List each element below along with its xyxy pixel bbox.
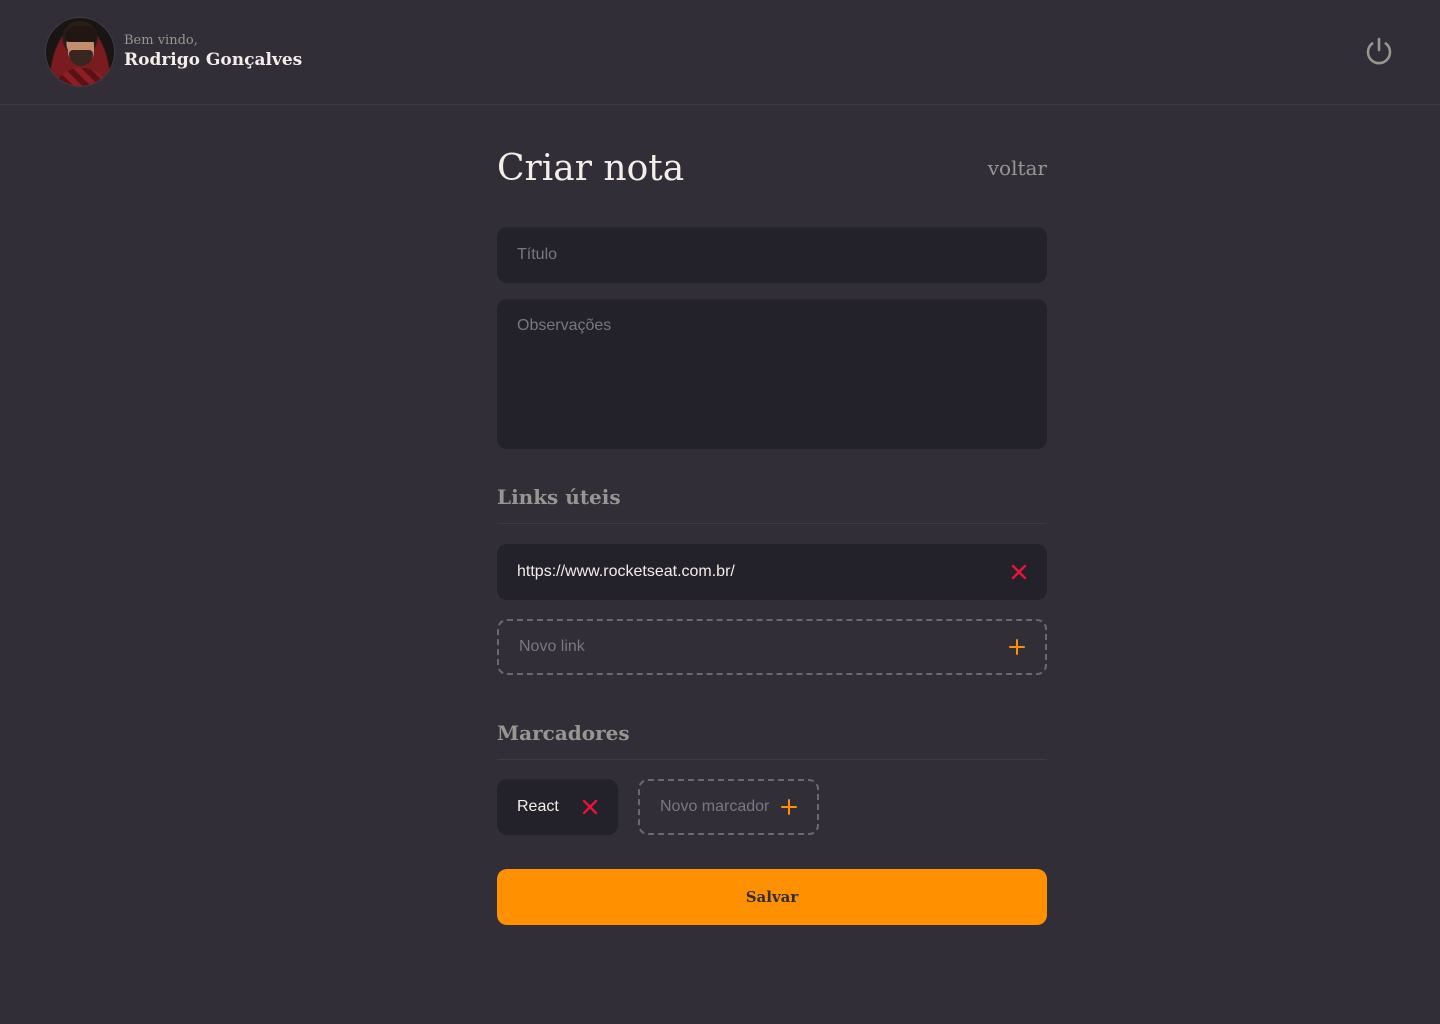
notes-textarea[interactable] <box>497 299 1047 449</box>
add-link-button[interactable] <box>1005 635 1029 659</box>
tags-row <box>497 779 1047 835</box>
link-item <box>497 544 1047 600</box>
avatar[interactable] <box>45 17 115 87</box>
app-header: Bem vindo, Rodrigo Gonçalves <box>0 0 1440 105</box>
avatar-hair <box>65 26 97 42</box>
plus-icon[interactable] <box>1008 638 1026 656</box>
logout-button[interactable] <box>1363 36 1395 68</box>
welcome-block: Bem vindo, Rodrigo Gonçalves <box>124 33 302 71</box>
links-section-title: Links úteis <box>497 485 1047 524</box>
avatar-shirt <box>52 68 110 86</box>
greeting-text: Bem vindo, <box>124 33 198 48</box>
plus-icon[interactable] <box>780 798 798 816</box>
new-link-input[interactable] <box>519 638 1005 656</box>
user-profile[interactable]: Bem vindo, Rodrigo Gonçalves <box>45 17 302 87</box>
new-tag-input[interactable] <box>660 798 777 816</box>
add-tag-button[interactable] <box>777 795 801 819</box>
avatar-beard <box>69 50 93 66</box>
remove-link-button[interactable] <box>1007 560 1031 584</box>
close-icon[interactable] <box>581 798 599 816</box>
page-title: Criar nota <box>497 147 685 189</box>
tags-section-title: Marcadores <box>497 721 1047 760</box>
tag-value[interactable] <box>517 798 578 816</box>
create-note-form: Criar nota voltar Links úteis Marcadores <box>497 106 1047 925</box>
close-icon[interactable] <box>1010 563 1028 581</box>
back-link[interactable]: voltar <box>988 156 1047 180</box>
new-link-item <box>497 619 1047 675</box>
remove-tag-button[interactable] <box>578 795 602 819</box>
tags-section: Marcadores <box>497 721 1047 835</box>
power-icon[interactable] <box>1363 36 1395 68</box>
tag-item <box>497 779 618 835</box>
links-section: Links úteis <box>497 485 1047 675</box>
new-tag-item <box>638 779 819 835</box>
user-name[interactable]: Rodrigo Gonçalves <box>124 49 302 71</box>
title-input[interactable] <box>497 227 1047 283</box>
save-button[interactable]: Salvar <box>497 869 1047 925</box>
title-row: Criar nota voltar <box>497 146 1047 190</box>
link-value[interactable] <box>517 563 1007 581</box>
